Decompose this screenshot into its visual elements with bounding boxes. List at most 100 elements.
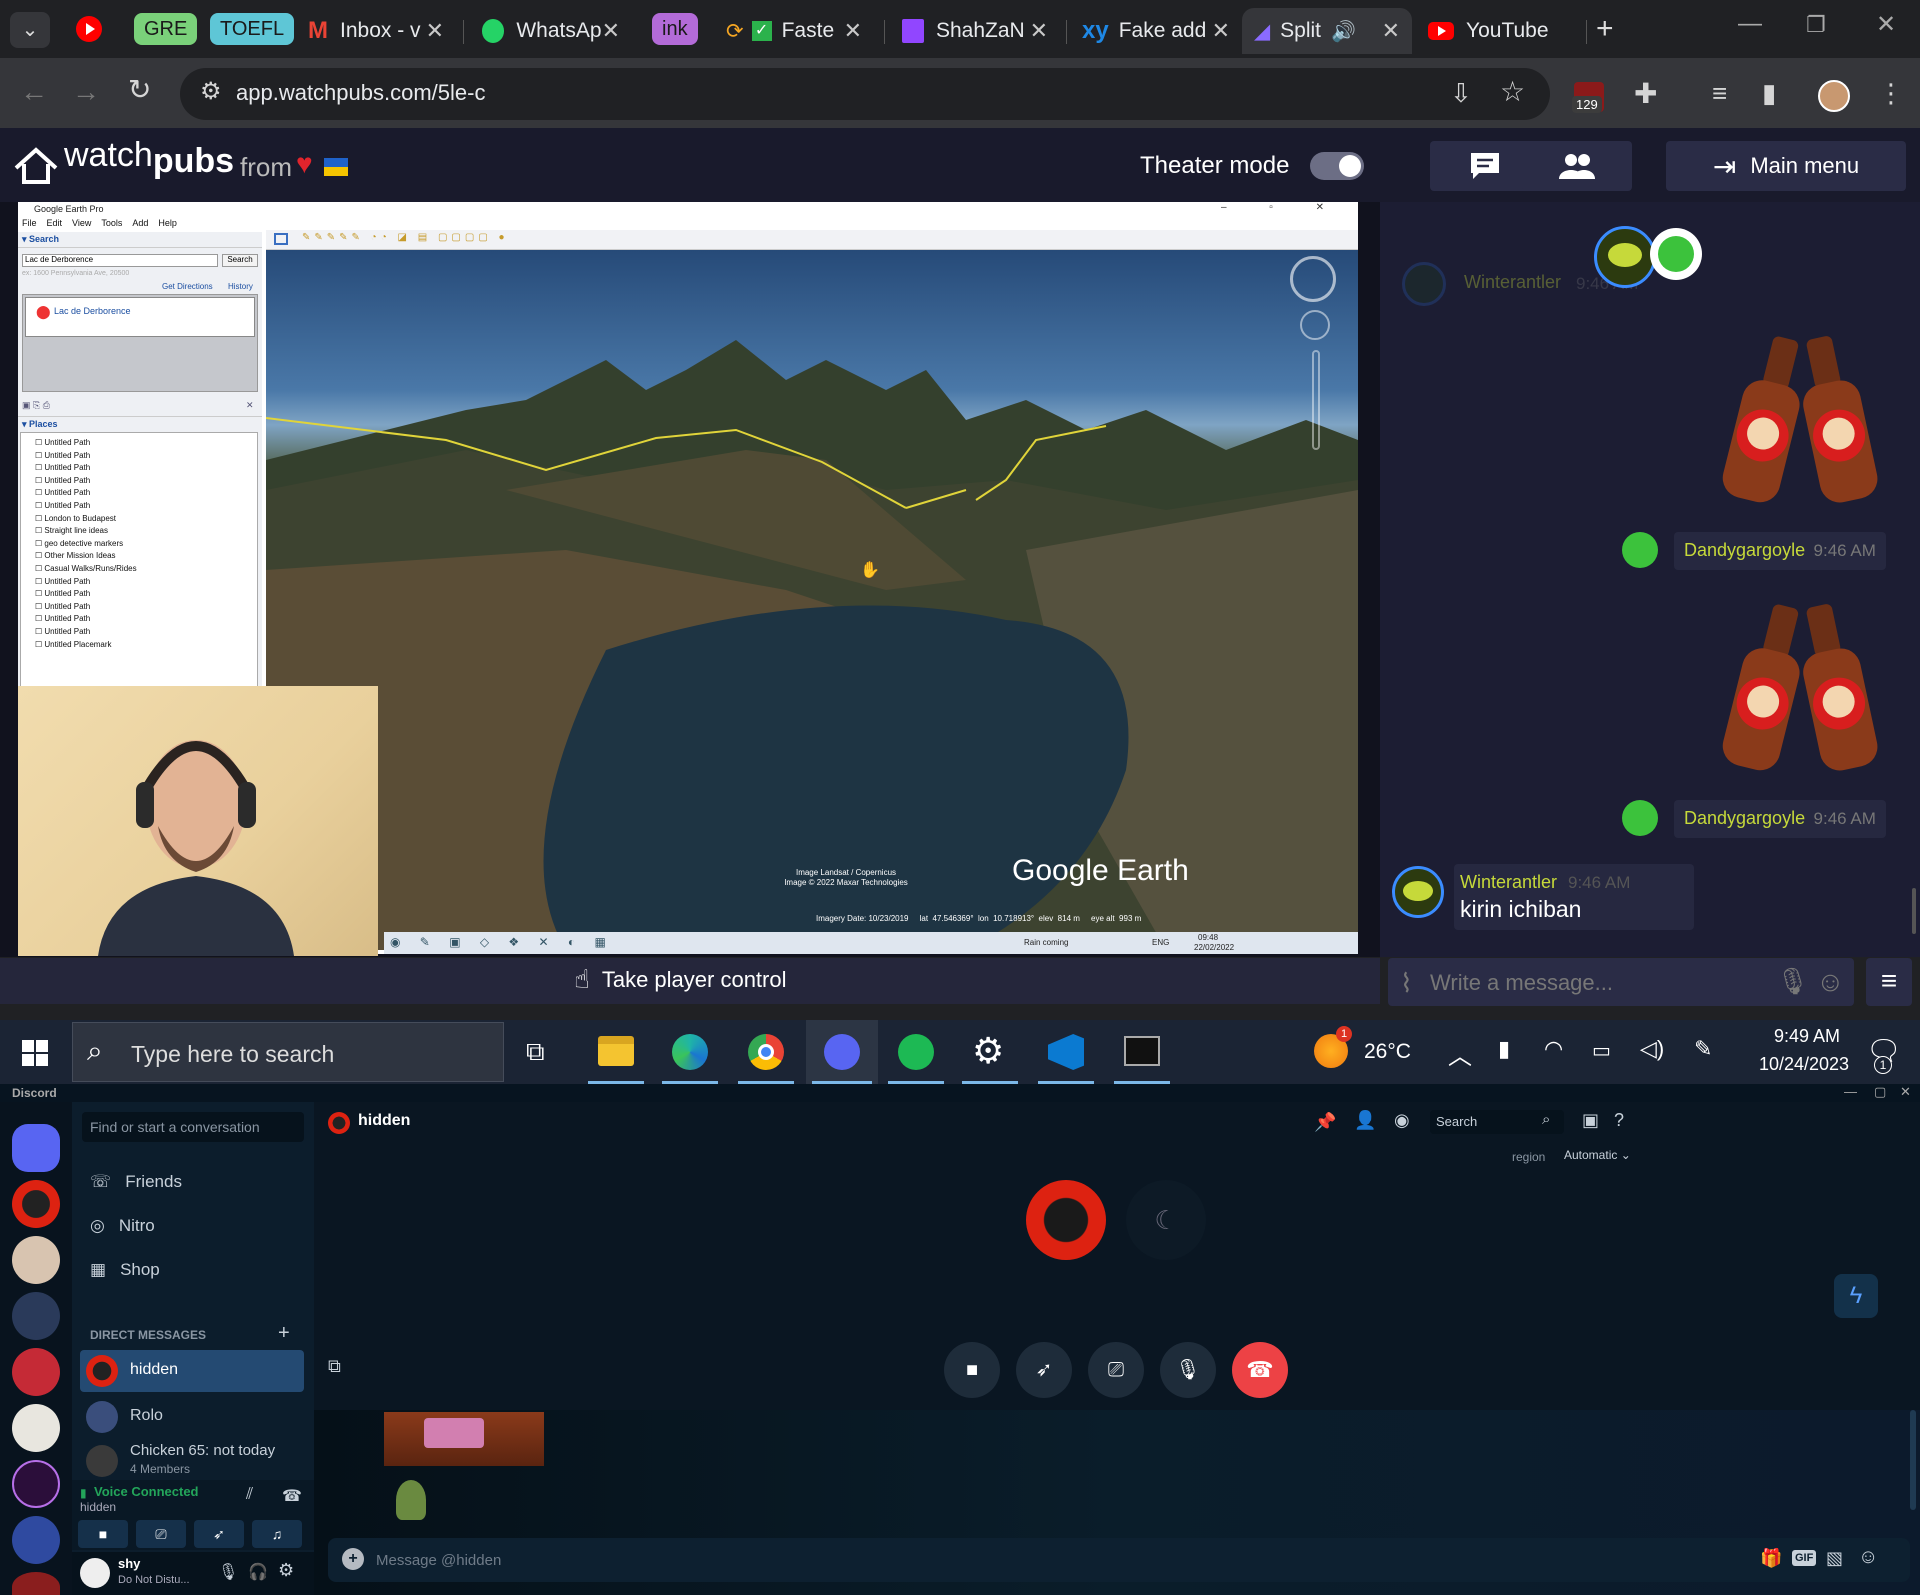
user-status[interactable]: Do Not Distu... — [118, 1574, 190, 1586]
gif-embed[interactable] — [384, 1412, 544, 1466]
ge-place-item[interactable]: ☐ Untitled Path — [35, 588, 257, 601]
taskbar-search-placeholder[interactable]: Type here to search — [131, 1041, 334, 1068]
profile-avatar[interactable] — [1818, 80, 1850, 112]
pin-icon[interactable]: 📌 — [1314, 1112, 1336, 1133]
task-view-icon[interactable]: ⧉ — [526, 1036, 545, 1068]
tray-battery-icon[interactable]: ▭ — [1592, 1038, 1611, 1063]
ge-search-button[interactable]: Search — [222, 254, 258, 267]
call-mic-button[interactable]: 🎙 — [1160, 1342, 1216, 1398]
weather-temp[interactable]: 26°C — [1364, 1040, 1411, 1064]
message-input[interactable]: + Message @hidden 🎁 GIF ▧ ☺ — [328, 1538, 1910, 1582]
ge-get-directions-link[interactable]: Get Directions — [162, 282, 213, 291]
ge-menu-tools[interactable]: Tools — [101, 218, 122, 230]
edge-icon[interactable] — [672, 1034, 708, 1070]
ge-places-heading[interactable]: ▾ Places — [18, 416, 262, 432]
windows-start-icon[interactable] — [22, 1040, 48, 1066]
chat-input-placeholder[interactable]: Write a message... — [1430, 970, 1613, 996]
ge-place-item[interactable]: ☐ Untitled Path — [35, 475, 257, 488]
ge-place-item[interactable]: ☐ Untitled Path — [35, 613, 257, 626]
tray-volume-icon[interactable]: ◁) — [1640, 1036, 1664, 1062]
ge-search-heading[interactable]: ▾ Search — [18, 232, 262, 248]
server-icon[interactable] — [12, 1348, 60, 1396]
chrome-icon[interactable] — [748, 1034, 784, 1070]
file-explorer-icon[interactable] — [598, 1036, 634, 1066]
ge-place-item[interactable]: ☐ Other Mission Ideas — [35, 550, 257, 563]
window-close-button[interactable]: ✕ — [1900, 1084, 1911, 1100]
mic-icon[interactable]: 🎙 — [218, 1562, 238, 1582]
voice-status[interactable]: Voice Connected — [94, 1484, 199, 1499]
dm-item-rolo[interactable]: Rolo — [80, 1396, 304, 1438]
create-dm-icon[interactable]: + — [278, 1322, 290, 1345]
emoji-icon[interactable]: ☺ — [1816, 966, 1845, 998]
more-menu-icon[interactable]: ⋮ — [1878, 80, 1904, 106]
watchpubs-logo[interactable]: watchpubs — [64, 136, 234, 181]
install-app-icon[interactable]: ⇩ — [1450, 80, 1472, 106]
extensions-puzzle-icon[interactable]: ✚ — [1634, 80, 1657, 108]
clock-time[interactable]: 9:49 AM — [1754, 1026, 1860, 1047]
side-panel-icon[interactable]: ▮ — [1762, 80, 1776, 106]
ge-window-controls[interactable]: – ▫ ✕ — [1221, 202, 1344, 213]
tray-pen-icon[interactable]: ✎ — [1694, 1036, 1712, 1062]
window-minimize-button[interactable]: — — [1844, 1084, 1857, 1099]
back-icon[interactable]: ← — [20, 78, 48, 106]
chat-scrollbar[interactable] — [1912, 888, 1916, 934]
close-icon[interactable]: ✕ — [426, 18, 444, 44]
checkbox-icon[interactable]: ☐ — [35, 438, 44, 447]
checkbox-icon[interactable]: ☐ — [35, 451, 44, 460]
chat-input-box[interactable]: ⌇ Write a message... 🎙 ☺ — [1388, 958, 1854, 1006]
checkbox-icon[interactable]: ☐ — [35, 501, 44, 510]
tab-inbox[interactable]: M Inbox - v ✕ — [296, 8, 456, 54]
watchpubs-home-icon[interactable] — [14, 146, 58, 186]
ge-menu-view[interactable]: View — [72, 218, 91, 230]
clock-date[interactable]: 10/24/2023 — [1740, 1054, 1868, 1075]
tab-group-gre[interactable]: GRE — [134, 13, 198, 45]
close-icon[interactable]: ✕ — [1382, 18, 1400, 44]
bookmark-star-icon[interactable]: ☆ — [1500, 78, 1525, 106]
ge-menu-file[interactable]: File — [22, 218, 37, 230]
discord-taskbar-icon[interactable] — [806, 1020, 878, 1084]
take-player-control-button[interactable]: ☝ Take player control — [574, 964, 787, 995]
site-info-icon[interactable]: ⚙ — [200, 80, 222, 104]
chat-menu-button[interactable]: ≡ — [1866, 958, 1912, 1006]
reaction-avatar[interactable] — [1594, 226, 1656, 288]
server-icon[interactable] — [12, 1292, 60, 1340]
voice-video-button[interactable]: ■ — [78, 1520, 128, 1548]
nav-friends[interactable]: ☏ Friends — [90, 1172, 182, 1192]
window-restore-button[interactable]: ❐ — [1806, 12, 1826, 38]
server-icon[interactable] — [12, 1572, 60, 1595]
checkbox-icon[interactable]: ☐ — [35, 627, 44, 636]
ge-place-item[interactable]: ☐ Untitled Path — [35, 626, 257, 639]
ge-place-item[interactable]: ☐ Untitled Path — [35, 487, 257, 500]
nav-nitro[interactable]: ◎ Nitro — [90, 1216, 155, 1236]
ge-place-item[interactable]: ☐ geo detective markers — [35, 538, 257, 551]
checkbox-icon[interactable]: ☐ — [35, 488, 44, 497]
vscode-icon[interactable] — [1048, 1034, 1084, 1070]
tray-wifi-icon[interactable]: ◠ — [1544, 1036, 1563, 1062]
main-menu-button[interactable]: ⇥ Main menu — [1666, 141, 1906, 191]
gift-icon[interactable]: 🎁 — [1760, 1548, 1782, 1569]
new-tab-button[interactable]: + — [1596, 12, 1614, 46]
server-icon[interactable] — [12, 1180, 60, 1228]
checkbox-icon[interactable]: ☐ — [35, 602, 44, 611]
youtube-music-icon[interactable] — [76, 16, 102, 42]
taskbar-search-box[interactable]: ⌕ Type here to search — [72, 1022, 504, 1082]
mic-icon[interactable]: 🎙 — [1776, 966, 1809, 997]
checkbox-icon[interactable]: ☐ — [35, 476, 44, 485]
user-name[interactable]: shy — [118, 1556, 140, 1571]
reaction-avatar[interactable] — [1650, 228, 1702, 280]
activity-rocket-icon[interactable]: ϟ — [1834, 1274, 1878, 1318]
settings-gear-icon[interactable]: ⚙ — [972, 1030, 1004, 1072]
noise-suppression-icon[interactable]: ⫽ — [246, 1486, 253, 1504]
discord-home-icon[interactable] — [12, 1124, 60, 1172]
users-tab-button[interactable] — [1522, 141, 1632, 191]
ge-place-item[interactable]: ☐ Untitled Path — [35, 500, 257, 513]
media-controls-icon[interactable]: ≡ — [1712, 80, 1727, 106]
region-select[interactable]: Automatic ⌄ — [1564, 1148, 1631, 1162]
sticker-icon[interactable]: ▧ — [1826, 1548, 1843, 1569]
message-scrollbar[interactable] — [1910, 1410, 1916, 1510]
gif-button[interactable]: GIF — [1792, 1550, 1817, 1566]
call-hangup-button[interactable]: ☎ — [1232, 1342, 1288, 1398]
dm-item-hidden[interactable]: hidden — [80, 1350, 304, 1392]
ge-navigation-ring[interactable] — [1290, 256, 1336, 302]
checkbox-icon[interactable]: ☐ — [35, 564, 44, 573]
